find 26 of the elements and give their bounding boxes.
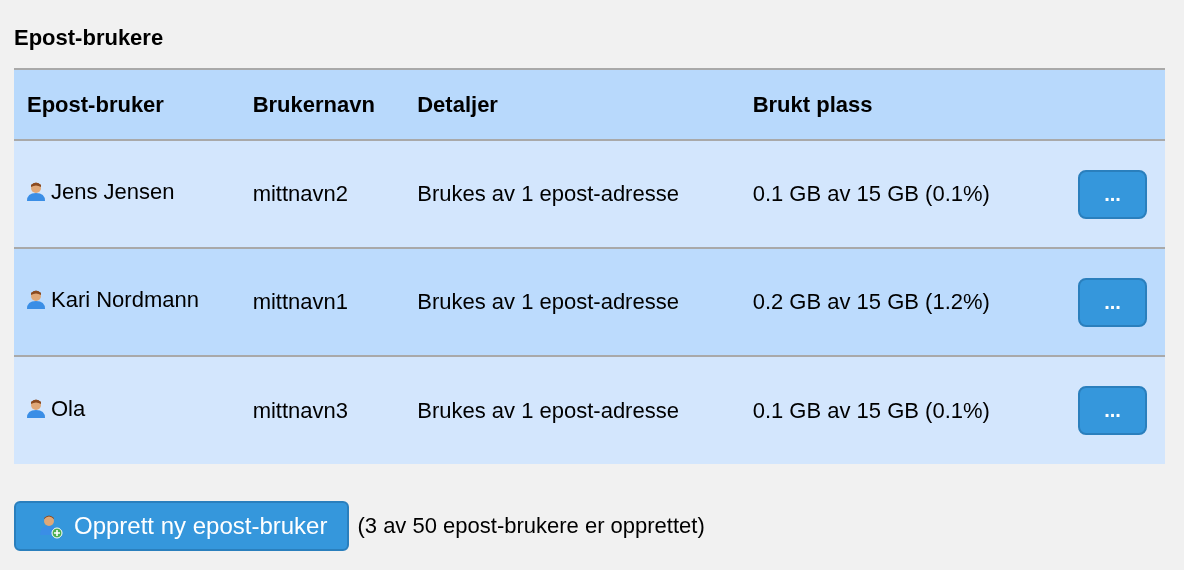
usage-cell: 0.1 GB av 15 GB (0.1%) xyxy=(740,356,1047,464)
more-button[interactable]: ... xyxy=(1078,169,1147,219)
more-button[interactable]: ... xyxy=(1078,386,1147,435)
add-user-icon xyxy=(38,513,64,539)
more-button[interactable]: ... xyxy=(1078,277,1147,327)
column-header: Brukt plass xyxy=(740,69,1047,140)
column-header: Detaljer xyxy=(405,69,741,140)
column-header: Brukernavn xyxy=(240,69,406,140)
username-cell: mittnavn1 xyxy=(240,248,406,356)
details-cell: Brukes av 1 epost-adresse xyxy=(405,356,741,464)
count-note: (3 av 50 epost-brukere er opprettet) xyxy=(357,513,705,539)
section-title: Epost-brukere xyxy=(14,24,165,52)
user-name: Jens Jensen xyxy=(51,179,175,205)
usage-cell: 0.1 GB av 15 GB (0.1%) xyxy=(740,140,1047,248)
details-cell: Brukes av 1 epost-adresse xyxy=(405,140,741,248)
usage-cell: 0.2 GB av 15 GB (1.2%) xyxy=(740,248,1047,356)
username-cell: mittnavn3 xyxy=(240,356,406,464)
details-cell: Brukes av 1 epost-adresse xyxy=(405,248,741,356)
user-icon xyxy=(25,289,47,311)
user-name: Ola xyxy=(51,395,86,422)
create-user-button[interactable]: Opprett ny epost-bruker xyxy=(14,501,350,551)
user-icon xyxy=(25,397,47,420)
username-cell: mittnavn2 xyxy=(240,140,406,248)
user-icon xyxy=(25,181,47,203)
user-name: Kari Nordmann xyxy=(51,287,199,313)
column-header: Epost-bruker xyxy=(14,69,241,140)
